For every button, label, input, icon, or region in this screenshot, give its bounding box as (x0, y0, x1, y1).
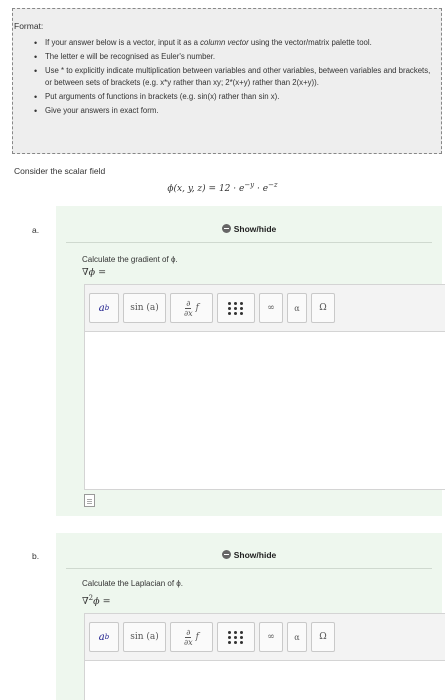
part-b-header: Show/hide (66, 541, 432, 569)
part-a-letter: a. (32, 225, 40, 235)
part-a-math-label: ∇ϕ = (82, 267, 107, 278)
part-b-math-label: ∇2ϕ = (82, 594, 111, 607)
infinity-button[interactable]: ∞ (259, 622, 283, 652)
scalar-field-formula: ϕ(x, y, z) = 12 · e−y · e−z (167, 181, 278, 194)
matrix-button[interactable] (217, 293, 255, 323)
greek-letters-button[interactable]: α (287, 293, 307, 323)
show-hide-toggle[interactable]: Show/hide (66, 550, 432, 560)
answer-input[interactable] (85, 660, 445, 700)
format-list: If your answer below is a vector, input … (34, 37, 435, 119)
collapse-icon (221, 550, 231, 559)
math-toolbar: ab sin (a) ∂ ∂x f ∞ α Ω (85, 614, 445, 660)
function-button[interactable]: sin (a) (123, 622, 166, 652)
show-hide-toggle[interactable]: Show/hide (66, 224, 432, 234)
answer-editor: ab sin (a) ∂ ∂x f ∞ α Ω (84, 284, 445, 490)
matrix-button[interactable] (217, 622, 255, 652)
infinity-button[interactable]: ∞ (259, 293, 283, 323)
part-a-prompt: Calculate the gradient of ϕ. (82, 255, 178, 264)
format-item: Use * to explicitly indicate multiplicat… (34, 65, 435, 89)
part-a-header: Show/hide (66, 215, 432, 243)
symbols-button[interactable]: Ω (311, 622, 335, 652)
answer-input[interactable] (85, 331, 445, 489)
answer-editor: ab sin (a) ∂ ∂x f ∞ α Ω (84, 613, 445, 700)
symbols-button[interactable]: Ω (311, 293, 335, 323)
format-item: Put arguments of functions in brackets (… (34, 91, 435, 103)
greek-letters-button[interactable]: α (287, 622, 307, 652)
math-toolbar: ab sin (a) ∂ ∂x f ∞ α Ω (85, 285, 445, 331)
document-icon[interactable] (84, 494, 95, 507)
derivative-button[interactable]: ∂ ∂x f (170, 293, 213, 323)
part-b-panel: Show/hide Calculate the Laplacian of ϕ. … (56, 533, 445, 700)
power-button[interactable]: ab (89, 622, 119, 652)
part-a-panel: Show/hide Calculate the gradient of ϕ. ∇… (56, 206, 445, 516)
collapse-icon (221, 224, 231, 233)
function-button[interactable]: sin (a) (123, 293, 166, 323)
format-item: Give your answers in exact form. (34, 105, 435, 117)
matrix-icon (228, 301, 244, 315)
format-title: Format: (14, 21, 44, 31)
part-b-letter: b. (32, 551, 40, 561)
part-b-prompt: Calculate the Laplacian of ϕ. (82, 579, 183, 588)
derivative-button[interactable]: ∂ ∂x f (170, 622, 213, 652)
format-item: If your answer below is a vector, input … (34, 37, 435, 49)
matrix-icon (228, 630, 244, 644)
power-button[interactable]: ab (89, 293, 119, 323)
format-item: The letter e will be recognised as Euler… (34, 51, 435, 63)
intro-text: Consider the scalar field (14, 166, 106, 176)
